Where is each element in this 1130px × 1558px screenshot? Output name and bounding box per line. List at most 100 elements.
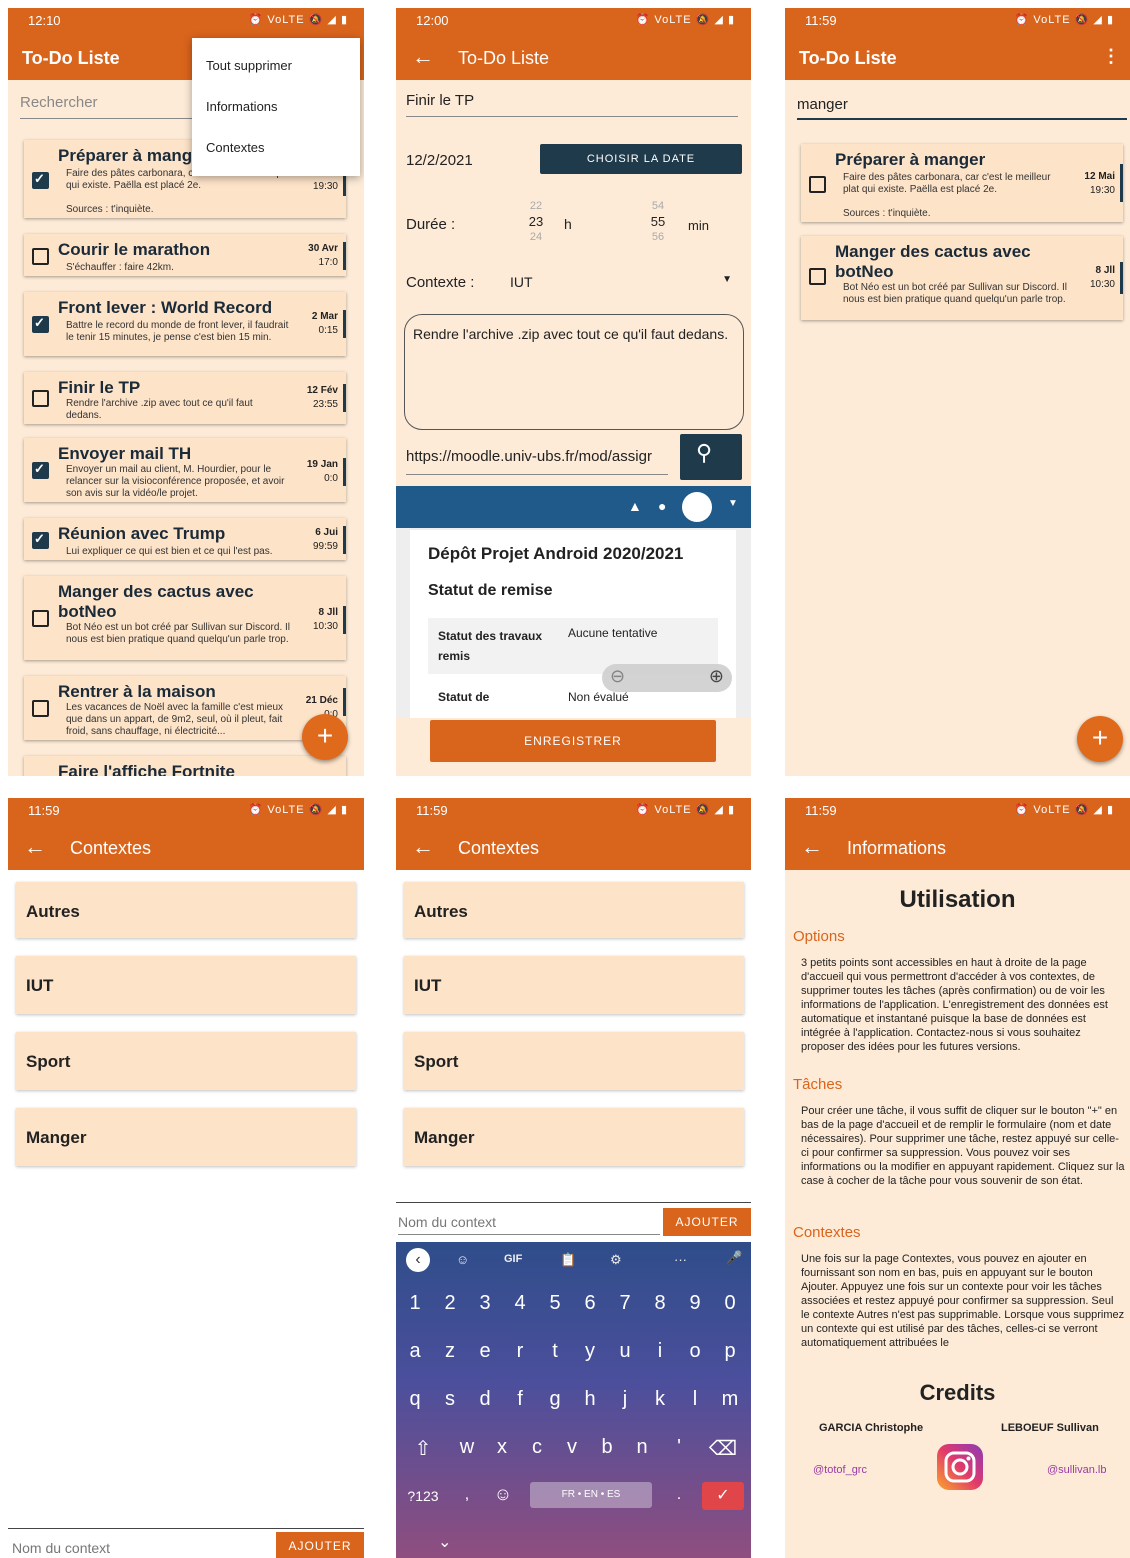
search-input[interactable]: manger (797, 96, 1127, 120)
key-k[interactable]: k (645, 1388, 675, 1411)
author-handle-link[interactable]: @totof_grc (813, 1464, 867, 1476)
context-item[interactable]: Manger (16, 1108, 356, 1166)
avatar[interactable] (682, 492, 712, 522)
description-textarea[interactable]: Rendre l'archive .zip avec tout ce qu'il… (404, 314, 744, 430)
key-w[interactable]: w (452, 1436, 482, 1459)
key-s[interactable]: s (435, 1388, 465, 1411)
author-handle-link[interactable]: @sullivan.lb (1047, 1464, 1106, 1476)
key-b[interactable]: b (592, 1436, 622, 1459)
back-arrow-icon[interactable]: ← (801, 834, 823, 860)
key-1[interactable]: 1 (400, 1292, 430, 1315)
task-checkbox[interactable] (32, 610, 49, 627)
key-7[interactable]: 7 (610, 1292, 640, 1315)
sticker-icon[interactable]: ☺ (456, 1252, 469, 1267)
context-name-input[interactable]: Nom du context (12, 1540, 268, 1556)
space-bar[interactable]: FR • EN • ES (530, 1482, 652, 1508)
microphone-icon[interactable]: 🎤 (726, 1250, 742, 1266)
task-checkbox[interactable] (32, 700, 49, 717)
chat-icon[interactable]: ● (658, 498, 666, 514)
task-checkbox[interactable] (809, 176, 826, 193)
key-3[interactable]: 3 (470, 1292, 500, 1315)
task-checkbox[interactable] (32, 390, 49, 407)
period-key[interactable]: . (664, 1486, 694, 1504)
context-item[interactable]: IUT (404, 956, 744, 1014)
key-9[interactable]: 9 (680, 1292, 710, 1315)
hours-picker[interactable]: 22 23 24 (516, 200, 556, 243)
minutes-picker[interactable]: 54 55 56 (638, 200, 678, 243)
task-checkbox[interactable] (32, 531, 49, 549)
task-card[interactable]: Préparer à manger Faire des pâtes carbon… (801, 144, 1123, 222)
caret-down-icon[interactable]: ▼ (728, 498, 738, 509)
clipboard-icon[interactable]: 📋 (560, 1252, 576, 1268)
add-context-button[interactable]: AJOUTER (663, 1208, 751, 1236)
task-card[interactable]: Finir le TP Rendre l'archive .zip avec t… (24, 372, 346, 424)
add-task-fab[interactable]: + (1077, 716, 1123, 762)
soft-keyboard[interactable]: ‹ ☺ GIF 📋 ⚙ ··· 🎤 1 2 3 4 5 6 7 8 9 0 a … (396, 1242, 751, 1558)
key-5[interactable]: 5 (540, 1292, 570, 1315)
add-context-button[interactable]: AJOUTER (276, 1532, 364, 1558)
key-c[interactable]: c (522, 1436, 552, 1459)
context-item[interactable]: Sport (404, 1032, 744, 1090)
key-4[interactable]: 4 (505, 1292, 535, 1315)
key-g[interactable]: g (540, 1388, 570, 1411)
save-button[interactable]: ENREGISTRER (430, 720, 716, 762)
task-card[interactable]: Front lever : World Record Battre le rec… (24, 292, 346, 356)
context-item[interactable]: IUT (16, 956, 356, 1014)
key-n[interactable]: n (627, 1436, 657, 1459)
back-arrow-icon[interactable]: ← (412, 834, 434, 860)
key-i[interactable]: i (645, 1340, 675, 1363)
comma-key[interactable]: , (452, 1486, 482, 1504)
context-item[interactable]: Manger (404, 1108, 744, 1166)
key-8[interactable]: 8 (645, 1292, 675, 1315)
task-checkbox[interactable] (32, 171, 49, 189)
key-p[interactable]: p (715, 1340, 745, 1363)
key-o[interactable]: o (680, 1340, 710, 1363)
key-x[interactable]: x (487, 1436, 517, 1459)
task-card[interactable]: Manger des cactus avec botNeo Bot Néo es… (801, 236, 1123, 320)
hide-keyboard-icon[interactable]: ⌄ (438, 1532, 451, 1552)
key-2[interactable]: 2 (435, 1292, 465, 1315)
url-input[interactable]: https://moodle.univ-ubs.fr/mod/assigr (406, 448, 668, 475)
key-l[interactable]: l (680, 1388, 710, 1411)
key-m[interactable]: m (715, 1388, 745, 1411)
key-d[interactable]: d (470, 1388, 500, 1411)
key-apostrophe[interactable]: ' (664, 1436, 694, 1459)
instagram-icon[interactable] (937, 1444, 983, 1490)
key-6[interactable]: 6 (575, 1292, 605, 1315)
task-checkbox[interactable] (32, 461, 49, 479)
more-icon[interactable]: ··· (674, 1252, 687, 1267)
settings-gear-icon[interactable]: ⚙ (610, 1252, 622, 1268)
choose-date-button[interactable]: CHOISIR LA DATE (540, 144, 742, 174)
task-checkbox[interactable] (809, 268, 826, 285)
bell-icon[interactable]: ▲ (628, 498, 642, 514)
backspace-key[interactable]: ⌫ (708, 1436, 738, 1461)
context-item[interactable]: Sport (16, 1032, 356, 1090)
add-task-fab[interactable]: + (302, 714, 348, 760)
task-name-input[interactable]: Finir le TP (406, 92, 738, 117)
task-card[interactable]: Courir le marathon S'échauffer : faire 4… (24, 234, 346, 276)
more-vert-icon[interactable]: ⋮ (1102, 46, 1120, 67)
key-0[interactable]: 0 (715, 1292, 745, 1315)
task-checkbox[interactable] (32, 248, 49, 265)
shift-key[interactable]: ⇧ (408, 1436, 438, 1461)
key-f[interactable]: f (505, 1388, 535, 1411)
key-t[interactable]: t (540, 1340, 570, 1363)
key-r[interactable]: r (505, 1340, 535, 1363)
key-a[interactable]: a (400, 1340, 430, 1363)
key-u[interactable]: u (610, 1340, 640, 1363)
gif-icon[interactable]: GIF (504, 1253, 522, 1265)
task-card[interactable]: Faire l'affiche Fortnite (24, 756, 346, 776)
menu-item-delete-all[interactable]: Tout supprimer (206, 58, 292, 73)
task-card[interactable]: Rentrer à la maison Les vacances de Noël… (24, 676, 346, 740)
zoom-control[interactable]: ⊖ ⊕ (602, 664, 732, 692)
task-card[interactable]: Envoyer mail TH Envoyer un mail au clien… (24, 438, 346, 502)
context-name-input[interactable]: Nom du context (398, 1214, 660, 1235)
search-input[interactable]: Rechercher (20, 94, 200, 119)
key-j[interactable]: j (610, 1388, 640, 1411)
keyboard-back-icon[interactable]: ‹ (406, 1248, 430, 1272)
task-card[interactable]: Réunion avec Trump Lui expliquer ce qui … (24, 518, 346, 560)
key-v[interactable]: v (557, 1436, 587, 1459)
context-select[interactable]: IUT ▼ (508, 270, 738, 296)
symbols-key[interactable]: ?123 (400, 1488, 446, 1504)
zoom-out-icon[interactable]: ⊖ (610, 666, 625, 687)
